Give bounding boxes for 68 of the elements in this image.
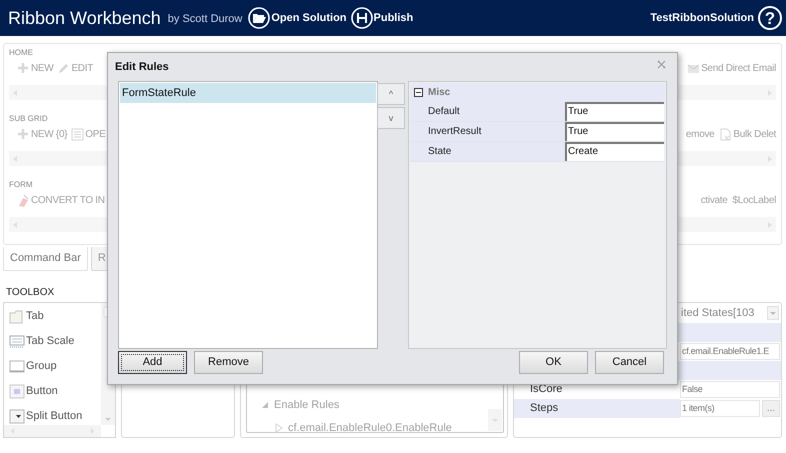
property-label: Steps: [530, 401, 558, 416]
ok-button[interactable]: OK: [519, 351, 588, 374]
property-value-field[interactable]: True: [565, 102, 664, 121]
ribbon-command[interactable]: emove: [686, 126, 714, 142]
plus-icon: [17, 128, 30, 140]
folder-icon: [248, 7, 270, 29]
property-label: State: [428, 145, 452, 159]
property-value-field[interactable]: False: [680, 381, 780, 398]
section-label: HOME: [9, 47, 33, 59]
open-solution-button[interactable]: Open Solution: [248, 7, 347, 29]
tree-node[interactable]: Enable Rules: [261, 397, 452, 414]
ribbon-command[interactable]: NEW {0}: [17, 126, 68, 142]
plus-icon: [17, 62, 30, 74]
category-row[interactable]: Misc: [410, 83, 665, 102]
ruler-icon: [9, 334, 25, 348]
ribbon-command[interactable]: CONVERT TO IN: [17, 192, 105, 208]
add-button[interactable]: Add: [118, 351, 187, 374]
tree-node[interactable]: cf.email.EnableRule0.EnableRule: [261, 420, 452, 436]
property-value-field[interactable]: Create: [565, 142, 664, 161]
property-label: IsCore: [530, 382, 562, 398]
remove-button[interactable]: Remove: [194, 351, 263, 374]
move-down-button[interactable]: v: [377, 107, 405, 129]
dropdown-icon: [9, 408, 25, 424]
toolbox-item[interactable]: Tab: [9, 307, 101, 325]
scroll-bar[interactable]: [488, 409, 502, 431]
document-icon: [719, 128, 732, 140]
close-icon: [657, 60, 666, 69]
button-icon: [9, 384, 25, 398]
ribbon-command[interactable]: Bulk Delet: [719, 126, 776, 142]
toolbox-item[interactable]: Tab Scale: [9, 332, 101, 350]
toolbox-item[interactable]: Group: [9, 357, 101, 375]
ribbon-command[interactable]: NEW: [17, 60, 54, 76]
property-value-field[interactable]: cf.email.EnableRule1.E: [680, 343, 780, 360]
language-dropdown[interactable]: ited States[103: [681, 304, 779, 322]
section-label: SUB GRID: [9, 113, 48, 125]
byline: by Scott Durow: [168, 12, 242, 28]
toolbox-item[interactable]: Split Button: [9, 407, 101, 425]
ribbon-command[interactable]: Send Direct Email: [687, 60, 776, 76]
ribbon-command[interactable]: OPE: [71, 126, 106, 142]
dialog-title: Edit Rules: [115, 60, 169, 75]
publish-button[interactable]: Publish: [350, 7, 414, 29]
app-title: Ribbon Workbench: [8, 9, 161, 27]
list-item[interactable]: FormStateRule: [120, 83, 376, 103]
toolbox-item[interactable]: Button: [9, 382, 101, 400]
down-arrow-icon: [104, 417, 112, 422]
help-button[interactable]: ?: [758, 6, 782, 30]
ellipsis-button[interactable]: ...: [762, 400, 780, 417]
property-label: InvertResult: [428, 125, 482, 139]
scroll-bar[interactable]: [4, 425, 101, 437]
solution-name: TestRibbonSolution: [650, 10, 754, 26]
ribbon-command[interactable]: ctivate: [700, 192, 728, 208]
grid-icon: [71, 128, 84, 140]
ribbon-command[interactable]: $LocLabel: [732, 192, 776, 208]
move-up-button[interactable]: ^: [377, 83, 405, 105]
property-value-field[interactable]: True: [565, 122, 664, 141]
pencil-icon: [57, 62, 70, 74]
toolbox-title: TOOLBOX: [6, 286, 54, 300]
section-label: FORM: [9, 179, 33, 191]
property-label: Default: [428, 105, 460, 119]
close-button[interactable]: [656, 59, 667, 70]
property-value-field[interactable]: 1 item(s): [680, 400, 760, 417]
folder-icon: [9, 308, 25, 324]
tab[interactable]: Command Bar: [3, 247, 88, 271]
envelope-icon: [687, 62, 700, 74]
ribbon-command[interactable]: EDIT: [57, 60, 94, 76]
group-icon: [9, 358, 25, 374]
pen-icon: [17, 194, 30, 206]
cancel-button[interactable]: Cancel: [595, 351, 664, 374]
